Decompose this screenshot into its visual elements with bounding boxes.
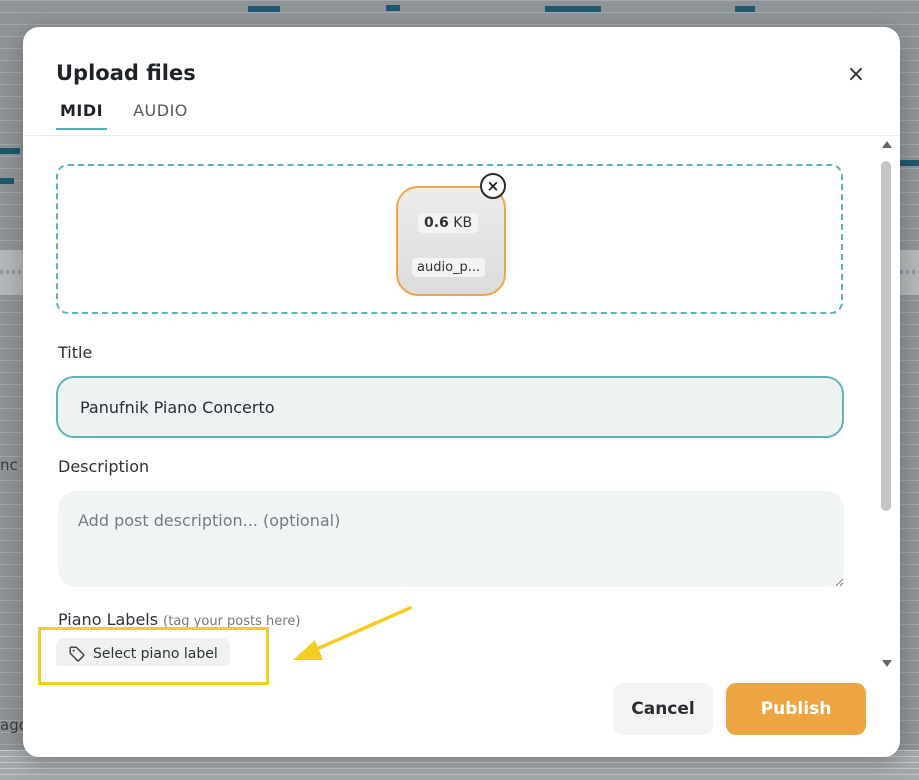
note-bar	[900, 160, 919, 166]
note-bar	[0, 148, 20, 154]
background-text: nc	[0, 456, 18, 474]
note-bar	[386, 5, 400, 11]
scroll-down-icon[interactable]	[882, 660, 892, 667]
file-size-unit: KB	[453, 215, 473, 231]
dialog-scrollbar[interactable]	[879, 139, 895, 667]
file-name: audio_p...	[412, 258, 486, 277]
note-bar	[735, 6, 755, 12]
file-preview-card: 0.6 KB audio_p...	[396, 186, 506, 296]
annotation-arrow-icon	[293, 606, 412, 660]
tab-midi[interactable]: MIDI	[56, 101, 108, 130]
title-label: Title	[58, 343, 93, 362]
scrollbar-thumb[interactable]	[881, 161, 891, 511]
title-input[interactable]	[56, 376, 844, 438]
description-label: Description	[58, 457, 150, 476]
cancel-button[interactable]: Cancel	[613, 683, 713, 735]
note-bar	[0, 178, 14, 184]
tab-audio[interactable]: AUDIO	[129, 101, 192, 130]
annotation-highlight-box	[38, 627, 269, 685]
file-size-value: 0.6	[424, 215, 449, 231]
dialog-scroll-content: 0.6 KB audio_p... × Title Description Pi…	[23, 136, 872, 666]
description-input[interactable]	[58, 491, 844, 587]
close-button[interactable]: ×	[844, 63, 868, 87]
remove-file-button[interactable]: ×	[480, 173, 506, 199]
note-bar	[545, 6, 601, 12]
upload-type-tabs: MIDI AUDIO	[56, 101, 192, 130]
publish-button[interactable]: Publish	[726, 683, 866, 735]
file-dropzone[interactable]: 0.6 KB audio_p... ×	[56, 164, 843, 314]
scroll-up-icon[interactable]	[882, 141, 892, 148]
note-bar	[248, 6, 280, 12]
file-size: 0.6 KB	[418, 213, 479, 233]
dialog-title: Upload files	[56, 61, 196, 85]
